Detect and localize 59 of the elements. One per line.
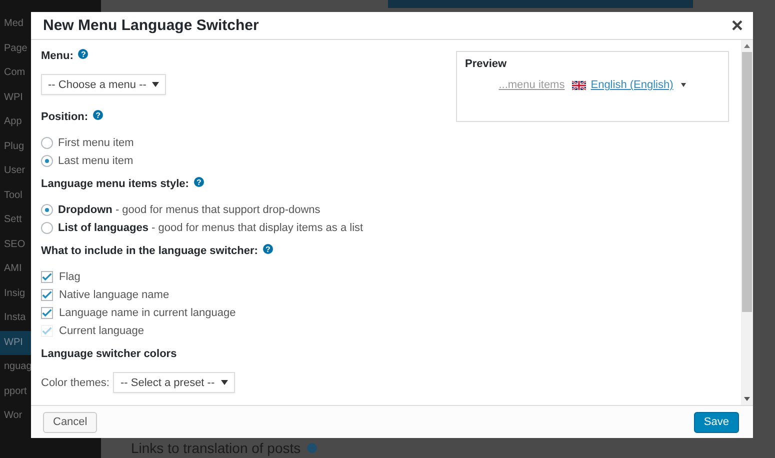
option-label: First menu item	[58, 136, 134, 148]
help-icon[interactable]: ?	[93, 110, 104, 120]
save-button[interactable]: Save	[694, 412, 739, 432]
help-icon[interactable]: ?	[78, 49, 88, 59]
caret-icon	[220, 380, 228, 385]
sidebar-item[interactable]: WPI	[0, 330, 31, 355]
sidebar-item[interactable]: Com	[0, 61, 31, 86]
sidebar-item[interactable]: Plug	[0, 134, 31, 159]
sidebar-item[interactable]: AMI	[0, 257, 31, 282]
scrollbar[interactable]	[741, 40, 753, 405]
help-icon[interactable]: ?	[194, 177, 204, 187]
language-link[interactable]: English (English)	[590, 79, 674, 91]
scrollbar-thumb[interactable]	[742, 52, 752, 312]
section-heading: Language switcher colors	[41, 348, 177, 360]
caret-icon	[681, 83, 686, 87]
radio-button[interactable]	[41, 154, 53, 166]
option-label: List of languages - good for menus that display items as a list	[58, 222, 364, 234]
checkbox[interactable]	[41, 288, 53, 300]
flag-icon	[572, 80, 586, 90]
dialog-title: New Menu Language Switcher	[43, 17, 259, 34]
field-label: Language menu items style:	[41, 178, 189, 190]
scroll-down-icon[interactable]	[744, 397, 750, 401]
sidebar-item[interactable]: SEO	[0, 232, 31, 257]
menu-items-link[interactable]: ...menu items	[498, 79, 565, 91]
sidebar-item[interactable]: Wor	[0, 404, 31, 428]
option-label: Dropdown - good for menus that support drop-downs	[58, 204, 320, 216]
sidebar-item[interactable]: Med	[0, 12, 31, 36]
help-icon[interactable]: ?	[262, 244, 273, 254]
field-label: What to include in the language switcher:	[41, 245, 258, 257]
sidebar-item[interactable]: WPI	[0, 86, 31, 110]
caret-icon	[152, 82, 160, 87]
option-label: Language name in current language	[59, 306, 236, 318]
option-label: Current language	[59, 324, 144, 336]
sidebar-item[interactable]: User	[0, 159, 31, 184]
field-label: Menu:	[41, 50, 74, 62]
sidebar-item[interactable]: Page	[0, 36, 31, 61]
sidebar-item[interactable]: pport	[0, 380, 31, 404]
sidebar-item[interactable]: Tool	[0, 184, 31, 208]
sidebar-item[interactable]: Insig	[0, 282, 31, 306]
radio-button[interactable]	[41, 222, 53, 234]
sidebar-item[interactable]: Sett	[0, 208, 31, 232]
option-label: Native language name	[59, 288, 170, 300]
scroll-up-icon[interactable]	[744, 44, 750, 48]
field-label: Color themes:	[41, 376, 110, 388]
checkbox[interactable]	[41, 270, 53, 282]
sidebar-item[interactable]: App	[0, 110, 31, 134]
radio-button[interactable]	[41, 204, 53, 216]
radio-button[interactable]	[41, 136, 53, 148]
preview-title: Preview	[465, 58, 508, 70]
preset-select[interactable]: -- Select a preset --	[113, 372, 235, 393]
menu-select[interactable]: -- Choose a menu --	[41, 74, 166, 95]
checkbox[interactable]	[41, 306, 53, 318]
cancel-button[interactable]: Cancel	[43, 412, 98, 432]
close-button[interactable]: ×	[731, 16, 743, 36]
sidebar-item[interactable]: nguag	[0, 355, 31, 380]
field-label: Position:	[41, 111, 88, 123]
sidebar-item[interactable]: Insta	[0, 306, 31, 330]
option-label: Last menu item	[58, 154, 134, 166]
option-label: Flag	[59, 270, 80, 282]
